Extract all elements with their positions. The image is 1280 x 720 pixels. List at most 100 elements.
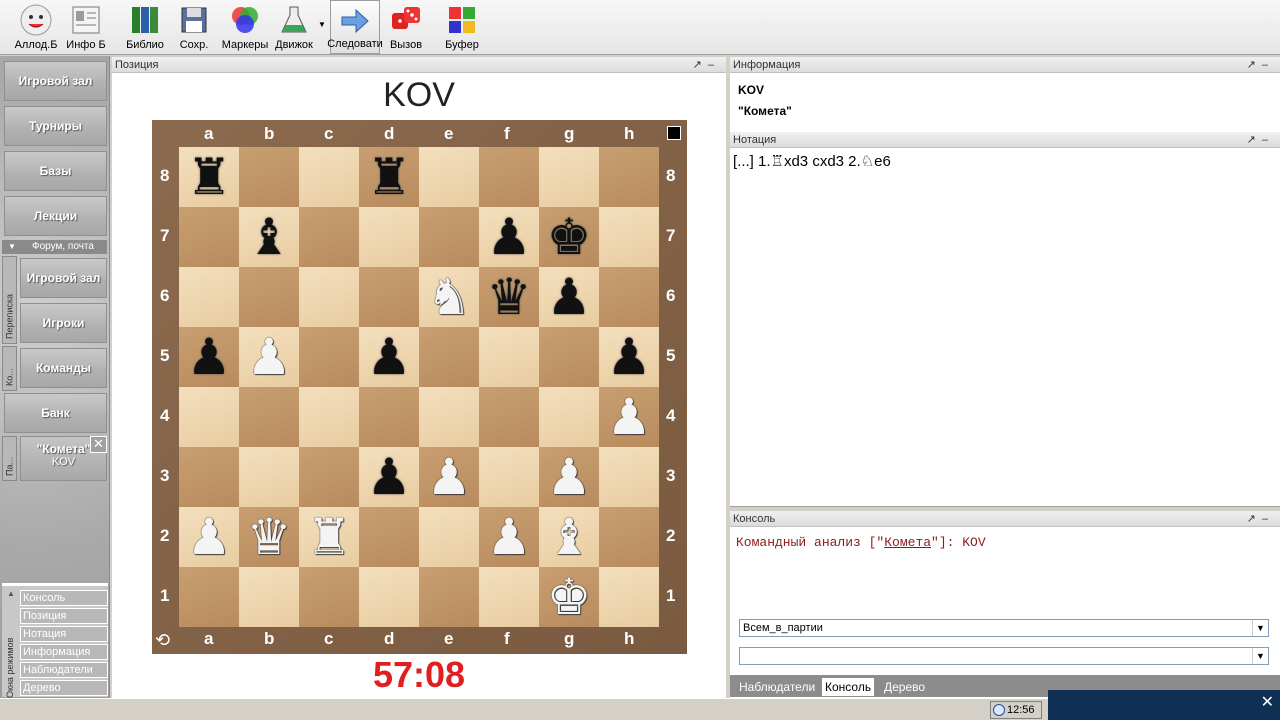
square-d1[interactable] — [359, 567, 419, 627]
square-c2[interactable]: ♜ — [299, 507, 359, 567]
square-d3[interactable]: ♟ — [359, 447, 419, 507]
allod-button[interactable]: Аллод.Б — [10, 0, 62, 54]
square-h8[interactable] — [599, 147, 659, 207]
piece-b5[interactable]: ♟ — [247, 327, 292, 387]
sidebar-playing-hall[interactable]: Игровой зал — [4, 61, 107, 101]
square-e3[interactable]: ♟ — [419, 447, 479, 507]
square-c1[interactable] — [299, 567, 359, 627]
piece-e6[interactable]: ♞ — [427, 267, 472, 327]
square-f6[interactable]: ♛ — [479, 267, 539, 327]
close-icon[interactable]: ✕ — [1261, 692, 1274, 712]
square-e5[interactable] — [419, 327, 479, 387]
square-b8[interactable] — [239, 147, 299, 207]
console-team-link[interactable]: Комета — [884, 535, 931, 550]
square-h3[interactable] — [599, 447, 659, 507]
close-icon[interactable]: ✕ — [90, 436, 107, 453]
piece-f6[interactable]: ♛ — [487, 267, 532, 327]
square-h4[interactable]: ♟ — [599, 387, 659, 447]
square-g6[interactable]: ♟ — [539, 267, 599, 327]
sidebar-bases[interactable]: Базы — [4, 151, 107, 191]
square-a1[interactable] — [179, 567, 239, 627]
square-d7[interactable] — [359, 207, 419, 267]
square-d6[interactable] — [359, 267, 419, 327]
pa-vtab[interactable]: Па... — [2, 436, 17, 481]
biblio-button[interactable]: Библио — [124, 0, 166, 54]
chess-board[interactable]: ♜ ♜ ♝ ♟ ♚ ♞ ♛ ♟ ♟ ♟ ♟ ♟ ♟ ♟ ♟ ♟ ♟ ♛ ♜ ♟ ♝ ♚ — [179, 147, 659, 627]
square-e1[interactable] — [419, 567, 479, 627]
recipient-select[interactable]: Всем_в_партии ▼ — [739, 619, 1269, 637]
square-e4[interactable] — [419, 387, 479, 447]
chevron-down-icon[interactable]: ▼ — [1252, 648, 1268, 664]
square-g8[interactable] — [539, 147, 599, 207]
sidebar-bank[interactable]: Банк — [4, 393, 107, 433]
square-a8[interactable]: ♜ — [179, 147, 239, 207]
square-a7[interactable] — [179, 207, 239, 267]
square-f3[interactable] — [479, 447, 539, 507]
piece-b7[interactable]: ♝ — [247, 207, 292, 267]
square-g1[interactable]: ♚ — [539, 567, 599, 627]
piece-g6[interactable]: ♟ — [547, 267, 592, 327]
square-g7[interactable]: ♚ — [539, 207, 599, 267]
square-g5[interactable] — [539, 327, 599, 387]
tab-tree[interactable]: Дерево — [881, 678, 928, 696]
piece-g3[interactable]: ♟ — [547, 447, 592, 507]
mode-console[interactable]: Консоль — [20, 590, 108, 606]
square-d4[interactable] — [359, 387, 419, 447]
square-c6[interactable] — [299, 267, 359, 327]
follow-button[interactable]: Следовати — [327, 0, 383, 54]
tab-console[interactable]: Консоль — [822, 678, 875, 696]
square-d8[interactable]: ♜ — [359, 147, 419, 207]
piece-f2[interactable]: ♟ — [487, 507, 532, 567]
square-h6[interactable] — [599, 267, 659, 327]
piece-g2[interactable]: ♝ — [547, 507, 592, 567]
chevron-up-icon[interactable]: ▲ — [7, 589, 15, 598]
panel-controls[interactable]: ↗– — [1247, 132, 1274, 148]
piece-f7[interactable]: ♟ — [487, 207, 532, 267]
piece-h5[interactable]: ♟ — [607, 327, 652, 387]
square-c3[interactable] — [299, 447, 359, 507]
piece-h4[interactable]: ♟ — [607, 387, 652, 447]
mode-observers[interactable]: Наблюдатели — [20, 662, 108, 678]
square-f4[interactable] — [479, 387, 539, 447]
piece-a2[interactable]: ♟ — [187, 507, 232, 567]
square-f5[interactable] — [479, 327, 539, 387]
square-f1[interactable] — [479, 567, 539, 627]
square-a2[interactable]: ♟ — [179, 507, 239, 567]
correspondence-vtab[interactable]: Переписка — [2, 256, 17, 344]
square-b7[interactable]: ♝ — [239, 207, 299, 267]
square-a5[interactable]: ♟ — [179, 327, 239, 387]
square-b5[interactable]: ♟ — [239, 327, 299, 387]
square-b3[interactable] — [239, 447, 299, 507]
markers-button[interactable]: Маркеры — [220, 0, 270, 54]
square-c4[interactable] — [299, 387, 359, 447]
ko-vtab[interactable]: Ко... — [2, 346, 17, 391]
square-a3[interactable] — [179, 447, 239, 507]
square-e7[interactable] — [419, 207, 479, 267]
piece-d5[interactable]: ♟ — [367, 327, 412, 387]
piece-b2[interactable]: ♛ — [247, 507, 292, 567]
piece-g1[interactable]: ♚ — [547, 567, 592, 627]
forum-mail-header[interactable]: ▼ Форум, почта — [2, 240, 107, 254]
piece-d3[interactable]: ♟ — [367, 447, 412, 507]
square-h1[interactable] — [599, 567, 659, 627]
panel-controls[interactable]: ↗– — [1247, 57, 1274, 73]
panel-controls[interactable]: ↗– — [1247, 511, 1274, 527]
square-f8[interactable] — [479, 147, 539, 207]
mode-tree[interactable]: Дерево — [20, 680, 108, 696]
sidebar-lectures[interactable]: Лекции — [4, 196, 107, 236]
square-h7[interactable] — [599, 207, 659, 267]
square-e2[interactable] — [419, 507, 479, 567]
square-f2[interactable]: ♟ — [479, 507, 539, 567]
square-b4[interactable] — [239, 387, 299, 447]
square-b2[interactable]: ♛ — [239, 507, 299, 567]
sidebar-tournaments[interactable]: Турниры — [4, 106, 107, 146]
piece-d8[interactable]: ♜ — [367, 147, 412, 207]
save-button[interactable]: Сохр. — [174, 0, 214, 54]
buffer-button[interactable]: Буфер — [440, 0, 484, 54]
sidebar-teams[interactable]: Команды — [20, 348, 107, 388]
challenge-button[interactable]: Вызов — [384, 0, 428, 54]
mode-position[interactable]: Позиция — [20, 608, 108, 624]
engine-button[interactable]: Движок — [272, 0, 316, 54]
square-b6[interactable] — [239, 267, 299, 327]
mode-information[interactable]: Информация — [20, 644, 108, 660]
